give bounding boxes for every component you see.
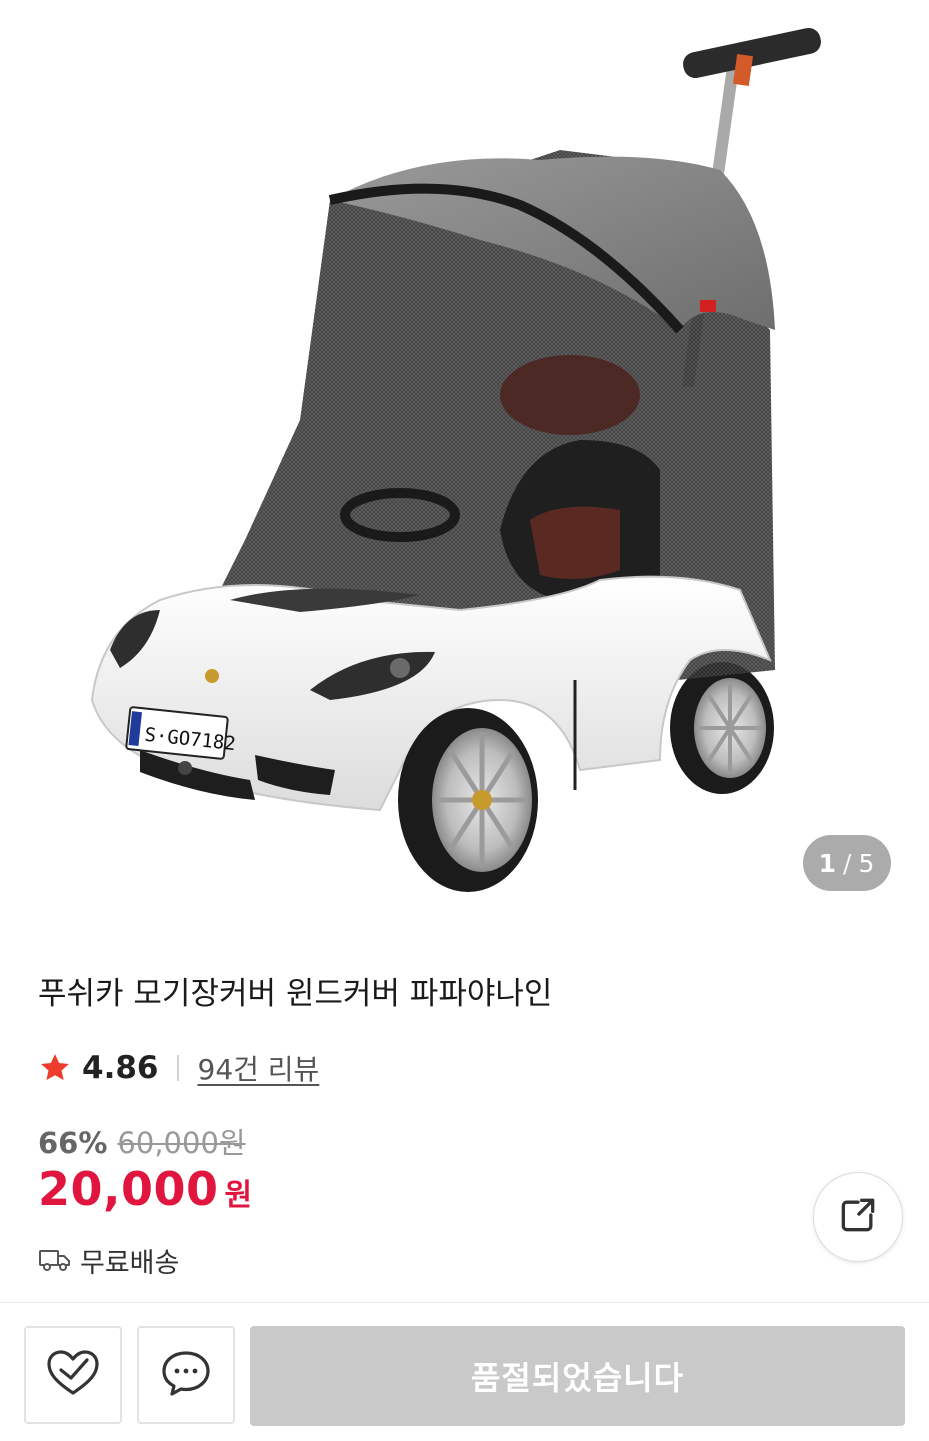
product-photo: S·GO7182 [90,27,821,892]
share-button[interactable] [813,1172,903,1262]
discount-row: 66% 60,000원 [38,1120,246,1162]
price-row: 20,000 원 [38,1162,252,1216]
price-unit: 원 [224,1178,253,1213]
current-image-index: 1 [818,848,838,878]
shipping-label: 무료배송 [80,1247,180,1279]
rating-divider [176,1055,179,1081]
review-count-link[interactable]: 94건 리뷰 [198,1048,320,1088]
wishlist-button[interactable] [24,1326,122,1424]
rating-value: 4.86 [82,1050,159,1086]
page-separator: / [843,848,853,878]
image-page-indicator: 1 / 5 [803,835,891,891]
product-image-gallery[interactable]: S·GO7182 1 / 5 [0,0,929,925]
product-title: 푸쉬카 모기장커버 윈드커버 파파야나인 [38,976,553,1012]
shipping-row: 무료배송 [38,1240,179,1280]
sale-price: 20,000 [38,1162,219,1216]
rating-row: 4.86 94건 리뷰 [38,1046,319,1090]
original-price: 60,000원 [117,1126,246,1160]
soldout-button[interactable]: 품절되었습니다 [250,1326,905,1426]
heart-check-icon [45,1348,101,1402]
share-icon [836,1193,880,1241]
truck-icon [38,1246,72,1274]
bottom-action-bar: 품절되었습니다 [0,1302,929,1441]
chat-bubble-icon [160,1349,212,1401]
chat-button[interactable] [137,1326,235,1424]
discount-rate: 66% [38,1126,108,1160]
total-image-count: 5 [858,848,876,878]
star-icon [38,1051,72,1085]
